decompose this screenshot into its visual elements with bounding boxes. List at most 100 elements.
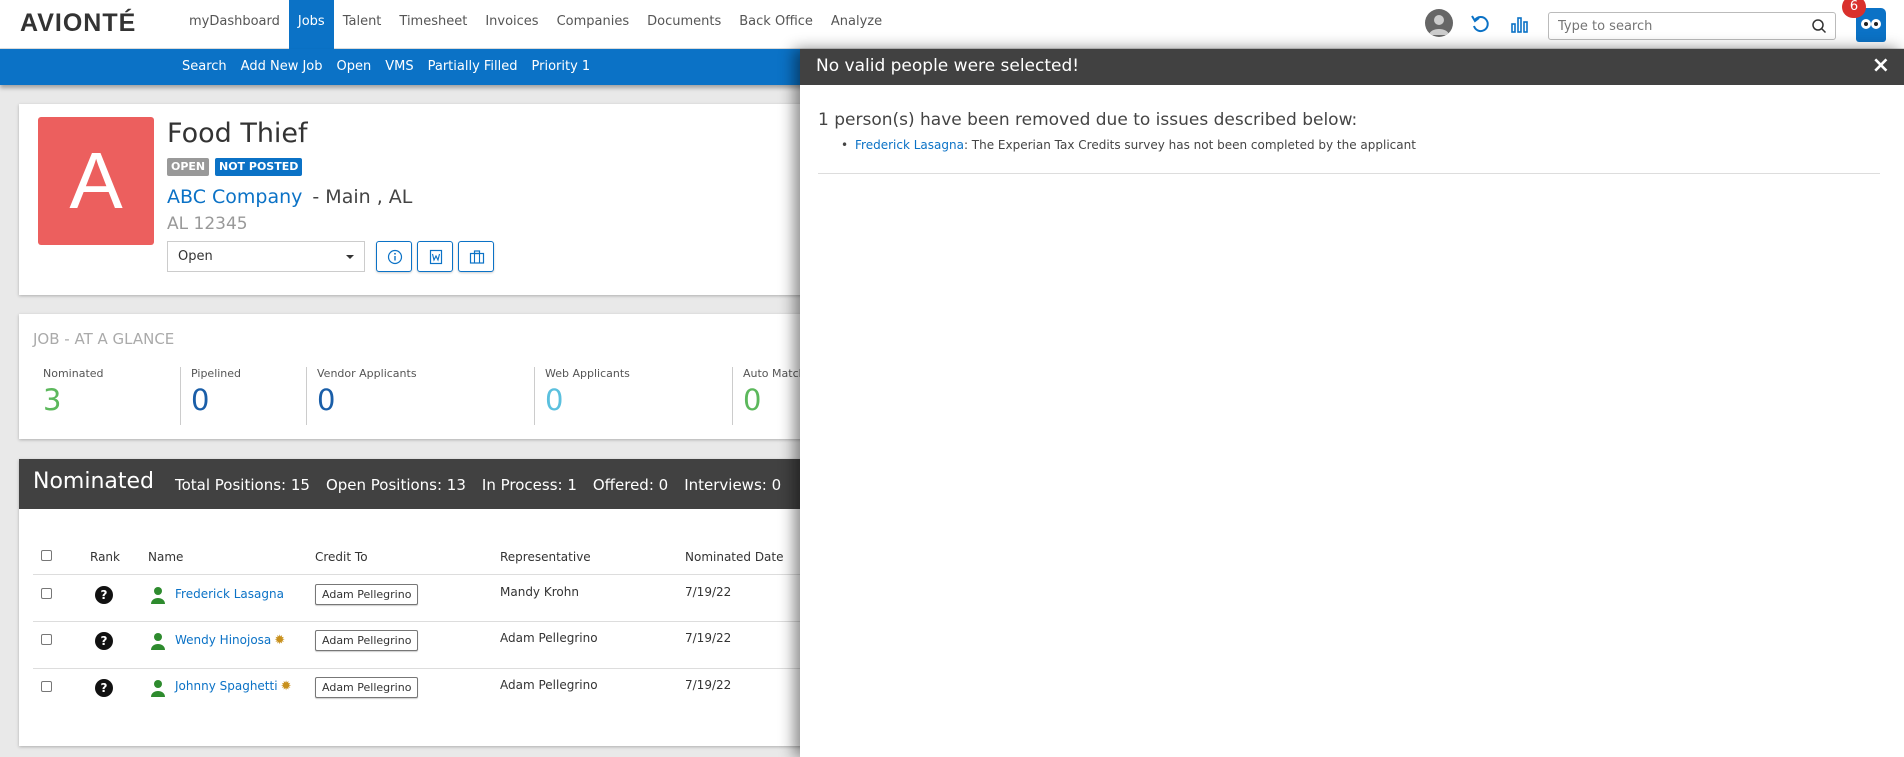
stat-label: Vendor Applicants (317, 367, 417, 380)
row-divider (33, 621, 919, 622)
subnav-partially-filled[interactable]: Partially Filled (421, 49, 525, 85)
modal-header: No valid people were selected! × (800, 49, 1904, 85)
person-icon (151, 680, 165, 697)
nominated-date-cell: 7/19/22 (685, 585, 732, 599)
status-badge-not-posted: NOT POSTED (215, 158, 303, 176)
issue-person-link[interactable]: Frederick Lasagna (855, 138, 964, 152)
refresh-icon[interactable] (1468, 11, 1494, 37)
rank-question-icon[interactable]: ? (95, 632, 113, 650)
nav-item-invoices[interactable]: Invoices (476, 0, 547, 49)
word-document-button[interactable] (417, 241, 453, 272)
global-search (1548, 12, 1836, 40)
subnav-priority-1[interactable]: Priority 1 (525, 49, 598, 85)
stat-pipelined[interactable]: Pipelined 0 (181, 367, 307, 425)
nav-item-mydashboard[interactable]: myDashboard (180, 0, 289, 49)
nav-item-companies[interactable]: Companies (548, 0, 639, 49)
column-header-name[interactable]: Name (148, 550, 183, 564)
credit-to-button[interactable]: Adam Pellegrino (315, 630, 419, 651)
talent-name-link[interactable]: Johnny Spaghetti (175, 679, 278, 693)
nav-item-jobs[interactable]: Jobs (288, 0, 334, 49)
row-divider (33, 668, 919, 669)
rank-question-icon[interactable]: ? (95, 679, 113, 697)
column-header-nominated-date[interactable]: Nominated Date (685, 550, 784, 564)
select-all-checkbox[interactable] (41, 550, 52, 561)
subnav-add-new-job[interactable]: Add New Job (234, 49, 330, 85)
stat-label: Pipelined (191, 367, 242, 380)
nominated-header: Nominated Total Positions: 15 Open Posit… (19, 459, 919, 509)
talent-name-cell: Wendy Hinojosa ✹ (175, 633, 285, 648)
total-positions: Total Positions: 15 (175, 476, 310, 494)
nominated-stats: Total Positions: 15 Open Positions: 13 I… (175, 476, 781, 494)
stat-nominated[interactable]: Nominated 3 (33, 367, 181, 425)
company-link[interactable]: ABC Company (167, 186, 302, 208)
stat-web-applicants[interactable]: Web Applicants 0 (535, 367, 733, 425)
validation-modal: No valid people were selected! × 1 perso… (800, 49, 1904, 757)
credit-to-button[interactable]: Adam Pellegrino (315, 677, 419, 698)
in-process: In Process: 1 (481, 476, 577, 494)
interviews: Interviews: 0 (684, 476, 782, 494)
bar-chart-icon[interactable] (1507, 11, 1533, 37)
glance-title: JOB - AT A GLANCE (33, 330, 175, 348)
person-icon (151, 587, 165, 604)
info-icon (387, 249, 403, 265)
info-button[interactable] (376, 241, 412, 272)
app-logo[interactable]: AVIONTÉ (20, 9, 136, 38)
modal-title: No valid people were selected! (816, 56, 1080, 76)
talent-name-link[interactable]: Wendy Hinojosa (175, 633, 271, 647)
stat-value: 0 (545, 383, 564, 417)
subnav-open[interactable]: Open (330, 49, 379, 85)
nav-item-timesheet[interactable]: Timesheet (390, 0, 476, 49)
nominated-date-cell: 7/19/22 (685, 631, 732, 645)
representative-cell: Adam Pellegrino (500, 631, 598, 645)
job-at-a-glance-card: JOB - AT A GLANCE Nominated 3 Pipelined … (19, 314, 919, 439)
sun-badge-icon: ✹ (280, 679, 292, 694)
close-icon[interactable]: × (1872, 53, 1890, 78)
modal-divider (818, 173, 1880, 174)
word-document-icon (429, 249, 443, 265)
job-status-select[interactable]: Open (167, 241, 365, 272)
column-header-rank[interactable]: Rank (90, 550, 120, 564)
rank-question-icon[interactable]: ? (95, 586, 113, 604)
job-avatar: A (38, 117, 154, 245)
company-line: ABC Company - Main , AL (167, 186, 412, 208)
talent-name-link[interactable]: Frederick Lasagna (175, 587, 284, 601)
person-icon (151, 633, 165, 650)
credit-to-button[interactable]: Adam Pellegrino (315, 584, 419, 605)
stat-vendor-applicants[interactable]: Vendor Applicants 0 (307, 367, 535, 425)
search-icon[interactable] (1811, 18, 1827, 34)
row-checkbox[interactable] (41, 588, 52, 599)
row-checkbox[interactable] (41, 681, 52, 692)
modal-message: 1 person(s) have been removed due to iss… (818, 110, 1358, 130)
job-zip: AL 12345 (167, 214, 248, 234)
subnav-search[interactable]: Search (175, 49, 234, 85)
representative-cell: Adam Pellegrino (500, 678, 598, 692)
nav-item-analyze[interactable]: Analyze (822, 0, 891, 49)
main-nav: myDashboard Jobs Talent Timesheet Invoic… (180, 0, 891, 49)
stat-value: 0 (317, 383, 336, 417)
stat-label: Nominated (43, 367, 104, 380)
nav-item-talent[interactable]: Talent (334, 0, 391, 49)
talent-name-cell: Johnny Spaghetti ✹ (175, 679, 291, 694)
top-navigation-bar: AVIONTÉ myDashboard Jobs Talent Timeshee… (0, 0, 1904, 49)
nav-item-back-office[interactable]: Back Office (730, 0, 822, 49)
row-checkbox[interactable] (41, 634, 52, 645)
column-header-representative[interactable]: Representative (500, 550, 591, 564)
status-badge-open: OPEN (167, 158, 210, 176)
open-positions: Open Positions: 13 (325, 476, 466, 494)
nominated-date-cell: 7/19/22 (685, 678, 732, 692)
subnav-vms[interactable]: VMS (378, 49, 420, 85)
sun-badge-icon: ✹ (274, 633, 286, 648)
briefcase-icon (469, 250, 485, 264)
search-input[interactable] (1549, 13, 1799, 39)
row-divider (33, 574, 919, 575)
stat-value: 3 (43, 383, 62, 417)
chevron-down-icon (346, 255, 354, 259)
column-header-credit-to[interactable]: Credit To (315, 550, 368, 564)
offered: Offered: 0 (592, 476, 669, 494)
user-avatar[interactable] (1425, 9, 1453, 37)
briefcase-button[interactable] (458, 241, 494, 272)
user-silhouette-icon (1429, 15, 1449, 35)
representative-cell: Mandy Krohn (500, 585, 579, 599)
nav-item-documents[interactable]: Documents (638, 0, 730, 49)
job-title: Food Thief (167, 118, 308, 149)
